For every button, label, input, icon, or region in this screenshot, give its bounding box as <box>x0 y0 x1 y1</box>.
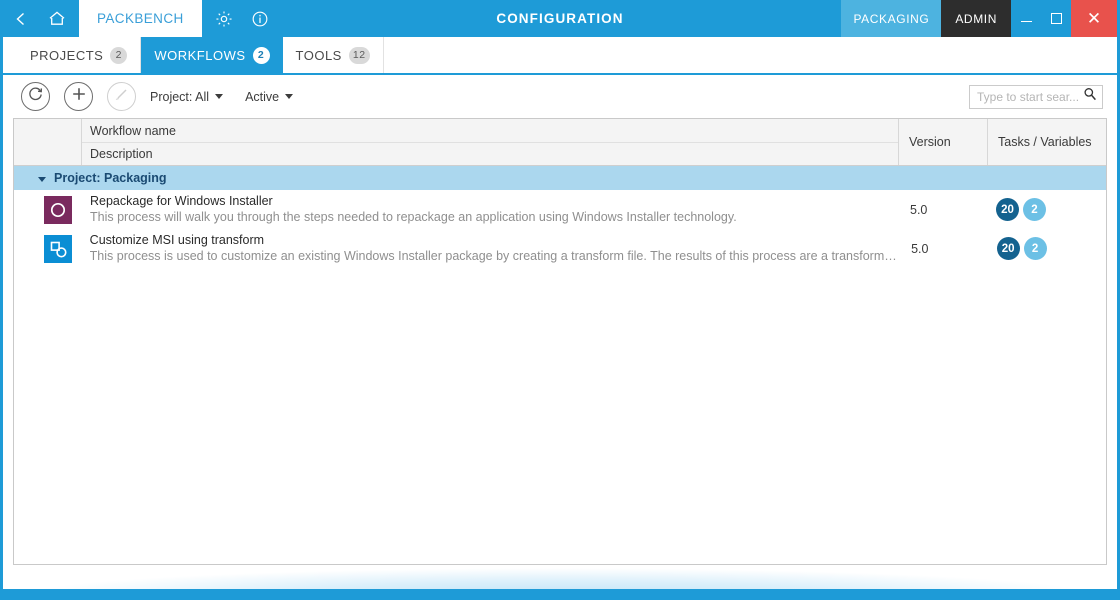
context-chip-label: PACKAGING <box>853 12 929 26</box>
title-bar: CONFIGURATION PACKBENCH <box>3 0 1117 37</box>
tab-projects-count: 2 <box>110 47 127 64</box>
column-header-version-label: Version <box>899 119 987 165</box>
row-version: 5.0 <box>899 190 988 229</box>
record-circle-icon <box>44 196 72 224</box>
row-workflow-name: Repackage for Windows Installer <box>90 193 899 209</box>
tab-workflows-label: WORKFLOWS <box>154 48 245 63</box>
column-header-tasks-variables-label: Tasks / Variables <box>988 119 1106 165</box>
tab-tools-count: 12 <box>349 47 370 64</box>
search-box[interactable] <box>969 85 1103 109</box>
refresh-button[interactable] <box>21 82 50 111</box>
project-filter-dropdown[interactable]: Project: All <box>150 90 223 104</box>
column-header-icon <box>14 119 82 165</box>
group-row-packaging[interactable]: Project: Packaging <box>14 166 1106 190</box>
tasks-badge[interactable]: 20 <box>997 237 1020 260</box>
transform-shapes-icon <box>44 235 72 263</box>
tab-workflows[interactable]: WORKFLOWS 2 <box>141 37 282 73</box>
search-icon[interactable] <box>1083 87 1097 106</box>
app-window: CONFIGURATION PACKBENCH <box>0 0 1120 600</box>
grid-header-row: Workflow name Description Version Tasks … <box>14 119 1106 166</box>
titlebar-right-group: PACKAGING ADMIN ✕ <box>841 0 1117 37</box>
context-chip-packaging[interactable]: PACKAGING <box>841 0 941 37</box>
row-text-cell: Repackage for Windows Installer This pro… <box>82 190 899 229</box>
column-header-version[interactable]: Version <box>899 119 988 165</box>
tab-workflows-count: 2 <box>253 47 270 64</box>
refresh-icon <box>27 86 44 108</box>
chevron-down-icon <box>215 94 223 99</box>
maximize-icon <box>1051 13 1062 24</box>
chevron-down-icon <box>285 94 293 99</box>
collapse-triangle-icon[interactable] <box>38 177 46 182</box>
back-icon[interactable] <box>3 0 39 37</box>
column-header-tasks-variables[interactable]: Tasks / Variables <box>988 119 1106 165</box>
column-header-name-description[interactable]: Workflow name Description <box>82 119 899 165</box>
row-icon-cell <box>14 190 82 229</box>
row-tasks-variables: 20 2 <box>989 229 1106 268</box>
project-filter-label: Project: All <box>150 90 209 104</box>
column-header-workflow-name[interactable]: Workflow name <box>82 119 898 142</box>
row-text-cell: Customize MSI using transform This proce… <box>82 229 900 268</box>
row-tasks-variables: 20 2 <box>988 190 1106 229</box>
close-icon: ✕ <box>1087 10 1101 27</box>
footer-glow <box>3 565 1117 589</box>
table-row[interactable]: Repackage for Windows Installer This pro… <box>14 190 1106 229</box>
pencil-icon <box>114 86 130 107</box>
app-tab-packbench[interactable]: PACKBENCH <box>79 0 202 37</box>
column-header-description[interactable]: Description <box>82 142 898 165</box>
group-row-label: Project: Packaging <box>54 171 167 185</box>
add-button[interactable] <box>64 82 93 111</box>
tasks-badge[interactable]: 20 <box>996 198 1019 221</box>
close-button[interactable]: ✕ <box>1071 0 1117 37</box>
status-filter-dropdown[interactable]: Active <box>245 90 293 104</box>
row-description: This process is used to customize an exi… <box>90 248 900 265</box>
table-row[interactable]: Customize MSI using transform This proce… <box>14 229 1106 268</box>
user-chip-admin[interactable]: ADMIN <box>941 0 1011 37</box>
user-chip-label: ADMIN <box>955 12 997 26</box>
search-input[interactable] <box>977 90 1083 104</box>
app-tab-label: PACKBENCH <box>97 11 184 26</box>
status-bar <box>3 589 1117 600</box>
gear-icon[interactable] <box>206 0 242 37</box>
plus-icon <box>71 86 87 107</box>
minimize-icon <box>1021 21 1032 22</box>
main-tab-bar: PROJECTS 2 WORKFLOWS 2 TOOLS 12 <box>3 37 1117 75</box>
edit-button[interactable] <box>107 82 136 111</box>
tab-tools-label: TOOLS <box>296 48 342 63</box>
variables-badge[interactable]: 2 <box>1024 237 1047 260</box>
row-icon-cell <box>14 229 82 268</box>
variables-badge[interactable]: 2 <box>1023 198 1046 221</box>
row-description: This process will walk you through the s… <box>90 209 899 226</box>
grid-body: Project: Packaging Repackage for Windows… <box>14 166 1106 564</box>
status-filter-label: Active <box>245 90 279 104</box>
row-workflow-name: Customize MSI using transform <box>90 232 900 248</box>
maximize-button[interactable] <box>1041 0 1071 37</box>
row-version: 5.0 <box>900 229 989 268</box>
info-icon[interactable] <box>242 0 278 37</box>
tab-projects-label: PROJECTS <box>30 48 103 63</box>
tab-tools[interactable]: TOOLS 12 <box>283 37 384 73</box>
minimize-button[interactable] <box>1011 0 1041 37</box>
workflows-grid: Workflow name Description Version Tasks … <box>13 118 1107 565</box>
home-icon[interactable] <box>39 0 75 37</box>
toolbar: Project: All Active <box>3 75 1117 118</box>
tab-projects[interactable]: PROJECTS 2 <box>17 37 141 73</box>
